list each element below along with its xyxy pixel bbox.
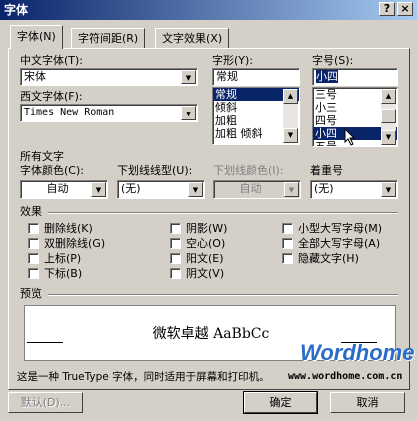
checkbox-label: 阳文(E) xyxy=(186,252,224,265)
tab-character-spacing[interactable]: 字符间距(R) xyxy=(71,28,146,49)
help-button[interactable]: ? xyxy=(379,2,395,16)
tab-text-effects[interactable]: 文字效果(X) xyxy=(155,28,230,49)
engrave-checkbox[interactable]: 阴文(V) xyxy=(170,267,227,281)
checkbox-icon[interactable] xyxy=(170,238,181,249)
cn-font-value: 宋体 xyxy=(24,70,46,83)
small-caps-checkbox[interactable]: 小型大写字母(M) xyxy=(282,222,382,236)
effects-section-label: 效果 xyxy=(20,205,42,218)
western-font-combo[interactable]: Times New Roman ▼ xyxy=(20,104,198,122)
checkbox-label: 隐藏文字(H) xyxy=(298,252,359,265)
scroll-thumb[interactable] xyxy=(381,109,396,123)
cn-font-label: 中文字体(T): xyxy=(20,54,84,67)
emphasis-value: (无) xyxy=(314,182,334,195)
window-title: 字体 xyxy=(4,3,29,17)
scroll-down-icon[interactable]: ▼ xyxy=(381,130,396,145)
checkbox-icon[interactable] xyxy=(282,223,293,234)
checkbox-icon[interactable] xyxy=(28,268,39,279)
checkbox-label: 阴影(W) xyxy=(186,222,228,235)
style-scrollbar[interactable]: ▲ ▼ xyxy=(283,89,298,143)
underline-color-value: 自动 xyxy=(239,182,262,195)
all-text-section-label: 所有文字 xyxy=(20,150,64,163)
checkbox-label: 双删除线(G) xyxy=(44,237,106,250)
superscript-checkbox[interactable]: 上标(P) xyxy=(28,252,105,266)
size-label: 字号(S): xyxy=(312,54,354,67)
scroll-up-icon[interactable]: ▲ xyxy=(283,89,298,104)
checkbox-label: 上标(P) xyxy=(44,252,82,265)
scroll-up-icon[interactable]: ▲ xyxy=(381,89,396,104)
chevron-down-icon[interactable]: ▼ xyxy=(91,182,106,197)
size-scrollbar[interactable]: ▲ ▼ xyxy=(381,89,396,145)
close-button[interactable]: × xyxy=(397,2,413,16)
underline-style-value: (无) xyxy=(121,182,141,195)
checkbox-icon[interactable] xyxy=(170,223,181,234)
checkbox-label: 删除线(K) xyxy=(44,222,93,235)
checkbox-icon[interactable] xyxy=(170,268,181,279)
preview-section-label: 预览 xyxy=(20,287,42,300)
style-listbox[interactable]: 常规 倾斜 加粗 加粗 倾斜 ▲ ▼ xyxy=(212,87,300,145)
underline-style-combo[interactable]: (无) ▼ xyxy=(117,180,205,199)
watermark-url: www.wordhome.com.cn xyxy=(288,371,403,382)
cancel-button[interactable]: 取消 xyxy=(330,392,405,413)
font-description: 这是一种 TrueType 字体，同时适用于屏幕和打印机。 xyxy=(17,371,270,383)
watermark-logo: Wordhome xyxy=(300,340,415,365)
default-button[interactable]: 默认(D)... xyxy=(8,392,83,413)
chevron-down-icon[interactable]: ▼ xyxy=(181,70,196,84)
emboss-checkbox[interactable]: 阳文(E) xyxy=(170,252,227,266)
underline-color-label: 下划线颜色(I): xyxy=(213,164,284,177)
checkbox-icon[interactable] xyxy=(28,223,39,234)
preview-separator xyxy=(48,294,398,296)
scroll-down-icon[interactable]: ▼ xyxy=(283,128,298,143)
effects-separator xyxy=(48,212,398,214)
checkbox-label: 全部大写字母(A) xyxy=(298,237,381,250)
font-color-value: 自动 xyxy=(46,182,69,195)
style-value: 常规 xyxy=(216,70,238,83)
double-strikethrough-checkbox[interactable]: 双删除线(G) xyxy=(28,237,105,251)
emphasis-label: 着重号 xyxy=(310,164,343,177)
ok-button[interactable]: 确定 xyxy=(243,391,318,414)
western-font-value: Times New Roman xyxy=(24,107,115,118)
outline-checkbox[interactable]: 空心(O) xyxy=(170,237,227,251)
checkbox-label: 下标(B) xyxy=(44,267,83,280)
title-bar[interactable]: 字体 xyxy=(0,0,417,20)
strikethrough-checkbox[interactable]: 删除线(K) xyxy=(28,222,105,236)
western-font-label: 西文字体(F): xyxy=(20,90,83,103)
checkbox-label: 空心(O) xyxy=(186,237,226,250)
underline-style-label: 下划线线型(U): xyxy=(117,164,193,177)
checkbox-label: 小型大写字母(M) xyxy=(298,222,383,235)
hidden-checkbox[interactable]: 隐藏文字(H) xyxy=(282,252,382,266)
style-label: 字形(Y): xyxy=(212,54,254,67)
effects-column-1: 删除线(K) 双删除线(G) 上标(P) 下标(B) xyxy=(28,222,105,281)
chevron-down-icon[interactable]: ▼ xyxy=(181,106,196,120)
chevron-down-icon[interactable]: ▼ xyxy=(188,182,203,197)
style-input[interactable]: 常规 xyxy=(212,68,300,86)
font-color-combo[interactable]: 自动 ▼ xyxy=(20,180,108,199)
checkbox-icon[interactable] xyxy=(282,253,293,264)
font-color-label: 字体颜色(C): xyxy=(20,164,84,177)
shadow-checkbox[interactable]: 阴影(W) xyxy=(170,222,227,236)
effects-column-3: 小型大写字母(M) 全部大写字母(A) 隐藏文字(H) xyxy=(282,222,382,266)
subscript-checkbox[interactable]: 下标(B) xyxy=(28,267,105,281)
checkbox-label: 阴文(V) xyxy=(186,267,225,280)
checkbox-icon[interactable] xyxy=(28,238,39,249)
underline-color-combo: 自动 ▼ xyxy=(213,180,301,199)
size-value: 小四 xyxy=(316,70,338,83)
tab-font[interactable]: 字体(N) xyxy=(10,25,63,49)
cn-font-combo[interactable]: 宋体 ▼ xyxy=(20,68,198,86)
all-caps-checkbox[interactable]: 全部大写字母(A) xyxy=(282,237,382,251)
chevron-down-icon[interactable]: ▼ xyxy=(381,182,396,197)
checkbox-icon[interactable] xyxy=(282,238,293,249)
chevron-down-icon: ▼ xyxy=(284,182,299,197)
checkbox-icon[interactable] xyxy=(170,253,181,264)
emphasis-combo[interactable]: (无) ▼ xyxy=(310,180,398,199)
mouse-cursor-icon xyxy=(344,128,356,146)
checkbox-icon[interactable] xyxy=(28,253,39,264)
size-input[interactable]: 小四 xyxy=(312,68,398,86)
effects-column-2: 阴影(W) 空心(O) 阳文(E) 阴文(V) xyxy=(170,222,227,281)
